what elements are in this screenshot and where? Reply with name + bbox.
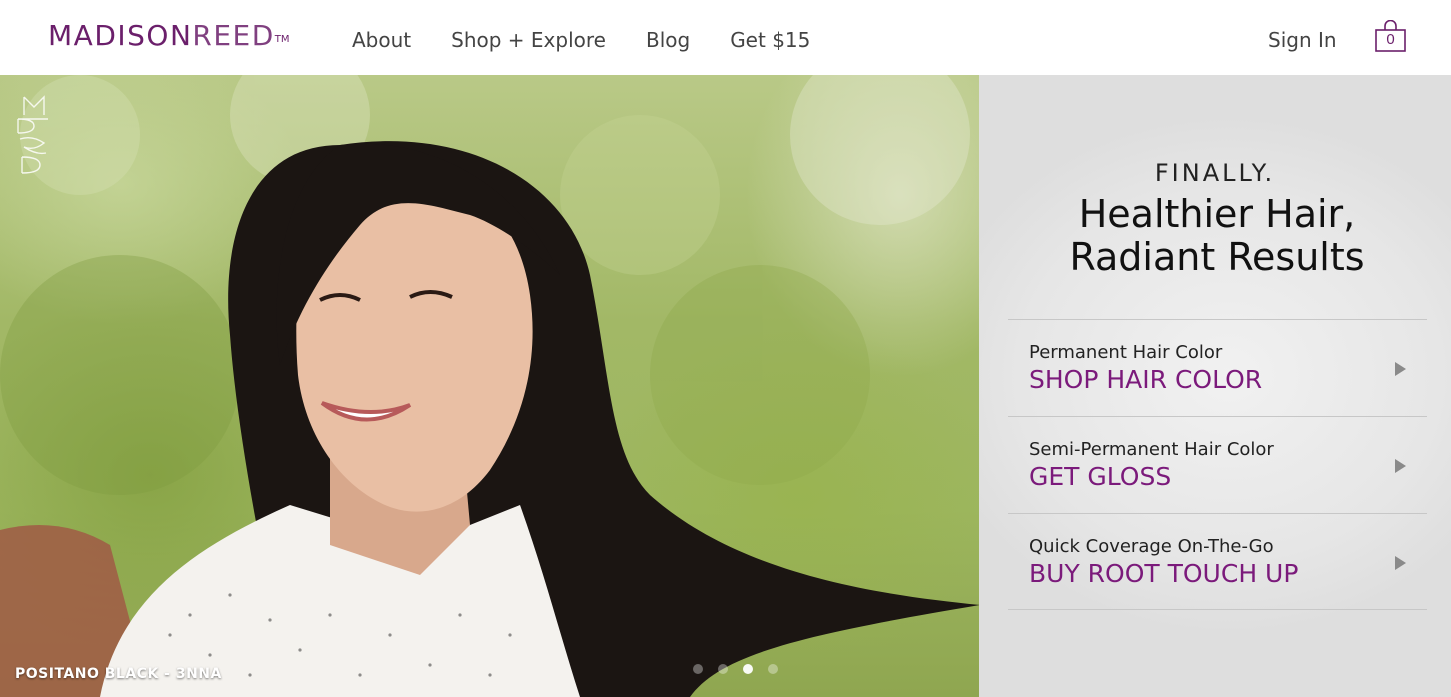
nav-link-shop-explore[interactable]: Shop + Explore: [451, 27, 606, 53]
offer-subtitle: Quick Coverage On-The-Go: [1029, 536, 1274, 557]
promo-kicker: FINALLY.: [1154, 159, 1276, 187]
offer-cta-link[interactable]: SHOP HAIR COLOR: [1029, 364, 1262, 396]
offer-cta-link[interactable]: BUY ROOT TOUCH UP: [1029, 558, 1298, 590]
logo-trademark: TM: [274, 34, 290, 45]
promo-headline-line-2: Radiant Results: [1069, 235, 1365, 279]
cart-button[interactable]: 0: [1374, 19, 1407, 53]
logo-text-reed: REED: [192, 19, 275, 52]
promo-headline-line-1: Healthier Hair,: [1078, 192, 1356, 236]
nav-link-get-15[interactable]: Get $15: [730, 27, 810, 53]
carousel-dot-3[interactable]: [743, 664, 753, 674]
carousel-dot-4[interactable]: [768, 664, 778, 674]
play-arrow-icon[interactable]: [1395, 459, 1406, 473]
offer-gloss[interactable]: Semi-Permanent Hair Color GET GLOSS: [1008, 416, 1427, 513]
offer-hair-color[interactable]: Permanent Hair Color SHOP HAIR COLOR: [1008, 319, 1427, 416]
mr-monogram-icon: [17, 95, 48, 174]
sign-in-link[interactable]: Sign In: [1268, 27, 1337, 53]
offer-subtitle: Semi-Permanent Hair Color: [1029, 439, 1274, 460]
offer-subtitle: Permanent Hair Color: [1029, 342, 1223, 363]
nav-link-blog[interactable]: Blog: [646, 27, 690, 53]
brand-logo[interactable]: MADISONREEDTM: [48, 19, 290, 53]
hero-photo-illustration: [0, 75, 979, 697]
promo-panel: FINALLY. Healthier Hair, Radiant Results…: [979, 75, 1451, 697]
carousel-dot-2[interactable]: [718, 664, 728, 674]
play-arrow-icon[interactable]: [1395, 362, 1406, 376]
play-arrow-icon[interactable]: [1395, 556, 1406, 570]
carousel-dot-1[interactable]: [693, 664, 703, 674]
main-nav: About Shop + Explore Blog Get $15: [352, 27, 850, 53]
promo-headline: Healthier Hair, Radiant Results: [979, 193, 1451, 279]
offer-cta-link[interactable]: GET GLOSS: [1029, 461, 1171, 493]
carousel-dots: [693, 664, 793, 674]
hero-caption: POSITANO BLACK - 3NNA: [15, 666, 222, 682]
site-header: MADISONREEDTM About Shop + Explore Blog …: [0, 0, 1451, 75]
offer-list: Permanent Hair Color SHOP HAIR COLOR Sem…: [1008, 319, 1427, 610]
hero-image[interactable]: POSITANO BLACK - 3NNA: [0, 75, 979, 697]
logo-text-madison: MADISON: [48, 19, 193, 52]
nav-link-about[interactable]: About: [352, 27, 411, 53]
cart-count: 0: [1386, 31, 1395, 48]
offer-root-touch-up[interactable]: Quick Coverage On-The-Go BUY ROOT TOUCH …: [1008, 513, 1427, 610]
